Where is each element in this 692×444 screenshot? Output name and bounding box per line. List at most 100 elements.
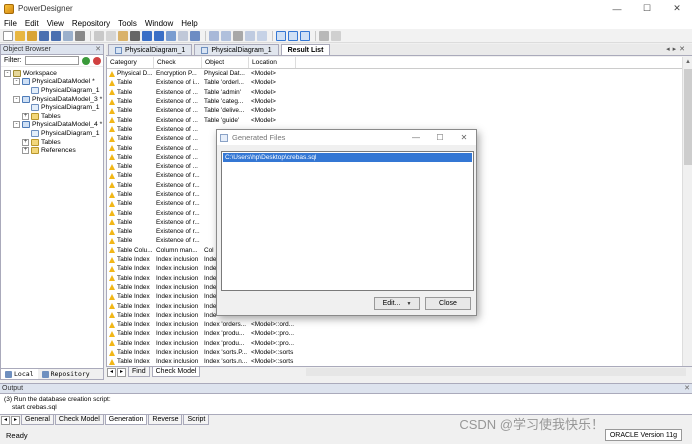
expand-icon[interactable]: +: [22, 147, 29, 155]
delete-icon[interactable]: [130, 30, 140, 41]
tree-item[interactable]: + Tables: [4, 138, 103, 147]
check-model-icon[interactable]: [209, 30, 219, 41]
collapse-icon[interactable]: -: [13, 78, 20, 86]
menu-tools[interactable]: Tools: [118, 19, 137, 28]
file-list-item[interactable]: C:\Users\hp\Desktop\crebas.sql: [223, 153, 472, 162]
result-vertical-scrollbar[interactable]: ▲: [682, 57, 692, 366]
print-preview-icon[interactable]: [75, 30, 85, 41]
table-row[interactable]: Physical D... Encryption P... Physical Dat…: [107, 69, 682, 78]
scroll-thumb[interactable]: [684, 69, 692, 165]
column-category[interactable]: Category: [107, 57, 154, 68]
column-check[interactable]: Check: [154, 57, 202, 68]
cut-icon[interactable]: [94, 30, 104, 41]
tab-local[interactable]: Local: [1, 369, 38, 379]
print-icon[interactable]: [63, 30, 73, 41]
output-toggle-icon[interactable]: [288, 30, 298, 41]
tree-item[interactable]: PhysicalDiagram_1: [4, 103, 103, 112]
print-setup-icon[interactable]: [331, 30, 341, 41]
properties-icon[interactable]: [178, 30, 188, 41]
new-icon[interactable]: [3, 30, 13, 41]
table-row[interactable]: Table Index Index inclusion Index 'sorts.n…: [107, 357, 682, 366]
menu-view[interactable]: View: [47, 19, 64, 28]
zoom-icon[interactable]: [319, 30, 329, 41]
find-icon[interactable]: [166, 30, 176, 41]
redo-icon[interactable]: [154, 30, 164, 41]
expand-icon[interactable]: +: [22, 138, 29, 146]
table-row[interactable]: Table Existence of i... Table 'orderl... <M…: [107, 78, 682, 87]
tab-general[interactable]: General: [21, 415, 54, 425]
tree-item[interactable]: - PhysicalDataModel_4 *: [4, 121, 103, 130]
tab-repository[interactable]: Repository: [38, 369, 94, 379]
collapse-icon[interactable]: -: [13, 121, 20, 129]
model-icon[interactable]: [190, 30, 200, 41]
reverse-icon[interactable]: [257, 30, 267, 41]
tree-item[interactable]: PhysicalDiagram_1: [4, 86, 103, 95]
table-row[interactable]: Table Existence of ... Table 'admin' <Model…: [107, 88, 682, 97]
collapse-icon[interactable]: -: [13, 95, 20, 103]
maximize-button[interactable]: ☐: [632, 0, 662, 17]
dialog-minimize-button[interactable]: —: [404, 130, 428, 145]
result-list-toggle-icon[interactable]: [300, 30, 310, 41]
menu-help[interactable]: Help: [181, 19, 197, 28]
close-button[interactable]: ✕: [662, 0, 692, 17]
tab-next-icon[interactable]: ▸: [117, 367, 126, 377]
result-horizontal-scrollbar[interactable]: [306, 368, 686, 376]
clear-filter-icon[interactable]: [92, 56, 101, 65]
tab-generation[interactable]: Generation: [104, 415, 148, 425]
open-icon[interactable]: [15, 30, 25, 41]
tab-find[interactable]: Find: [128, 367, 150, 377]
tab-physical-diagram-1b[interactable]: PhysicalDiagram_1: [194, 44, 279, 55]
table-row[interactable]: Table Existence of ... Table 'guide' <Model…: [107, 115, 682, 124]
tree-item[interactable]: - Workspace: [4, 69, 103, 78]
menu-window[interactable]: Window: [145, 19, 173, 28]
table-row[interactable]: Table Existence of ... Table 'categ... <Mod…: [107, 97, 682, 106]
table-row[interactable]: Table Index Index inclusion Index 'produ..…: [107, 339, 682, 348]
minimize-button[interactable]: —: [602, 0, 632, 17]
save-icon[interactable]: [39, 30, 49, 41]
column-object[interactable]: Object: [202, 57, 249, 68]
menu-edit[interactable]: Edit: [25, 19, 39, 28]
table-row[interactable]: Table Index Index inclusion Index 'produ..…: [107, 329, 682, 338]
table-row[interactable]: Table Index Index inclusion Index 'orders.…: [107, 320, 682, 329]
tree-item[interactable]: + Tables: [4, 112, 103, 121]
tree-item[interactable]: - PhysicalDataModel_3 *: [4, 95, 103, 104]
column-location[interactable]: Location: [249, 57, 296, 68]
scroll-up-icon[interactable]: ▲: [683, 57, 692, 67]
output-close-icon[interactable]: ✕: [684, 384, 690, 392]
copy-icon[interactable]: [106, 30, 116, 41]
output-tab-prev-icon[interactable]: ◂: [1, 415, 10, 425]
generate-icon[interactable]: [221, 30, 231, 41]
collapse-icon[interactable]: -: [4, 69, 11, 77]
dialog-close-action-button[interactable]: Close: [425, 297, 471, 310]
tree-item[interactable]: + References: [4, 146, 103, 155]
filter-input[interactable]: [24, 56, 79, 65]
compare-icon[interactable]: [233, 30, 243, 41]
document-window-controls[interactable]: ◂▸✕: [666, 45, 688, 53]
merge-icon[interactable]: [245, 30, 255, 41]
apply-filter-icon[interactable]: [81, 56, 90, 65]
tab-check-model-output[interactable]: Check Model: [54, 415, 104, 425]
tab-script[interactable]: Script: [183, 415, 210, 425]
browser-toggle-icon[interactable]: [276, 30, 286, 41]
tree-item[interactable]: - PhysicalDataModel *: [4, 78, 103, 87]
output-tab-next-icon[interactable]: ▸: [11, 415, 20, 425]
panel-close-icon[interactable]: ✕: [95, 45, 101, 53]
menu-repository[interactable]: Repository: [72, 19, 110, 28]
undo-icon[interactable]: [142, 30, 152, 41]
dialog-maximize-button[interactable]: ☐: [428, 130, 452, 145]
tab-reverse[interactable]: Reverse: [148, 415, 183, 425]
save-all-icon[interactable]: [51, 30, 61, 41]
generated-files-list[interactable]: C:\Users\hp\Desktop\crebas.sql: [221, 151, 474, 291]
open-folder-icon[interactable]: [27, 30, 37, 41]
tab-physical-diagram-1[interactable]: PhysicalDiagram_1: [108, 44, 193, 55]
table-row[interactable]: Table Index Index inclusion Index 'sorts.P…: [107, 348, 682, 357]
expand-icon[interactable]: +: [22, 112, 29, 120]
table-row[interactable]: Table Existence of ... Table 'delive... <Mo…: [107, 106, 682, 115]
paste-icon[interactable]: [118, 30, 128, 41]
tab-prev-icon[interactable]: ◂: [107, 367, 116, 377]
tab-check-model[interactable]: Check Model: [151, 367, 201, 377]
edit-button[interactable]: Edit... ▼: [374, 297, 420, 310]
tab-result-list[interactable]: Result List: [280, 44, 331, 55]
dialog-close-button[interactable]: ✕: [452, 130, 476, 145]
tree-item[interactable]: PhysicalDiagram_1: [4, 129, 103, 138]
